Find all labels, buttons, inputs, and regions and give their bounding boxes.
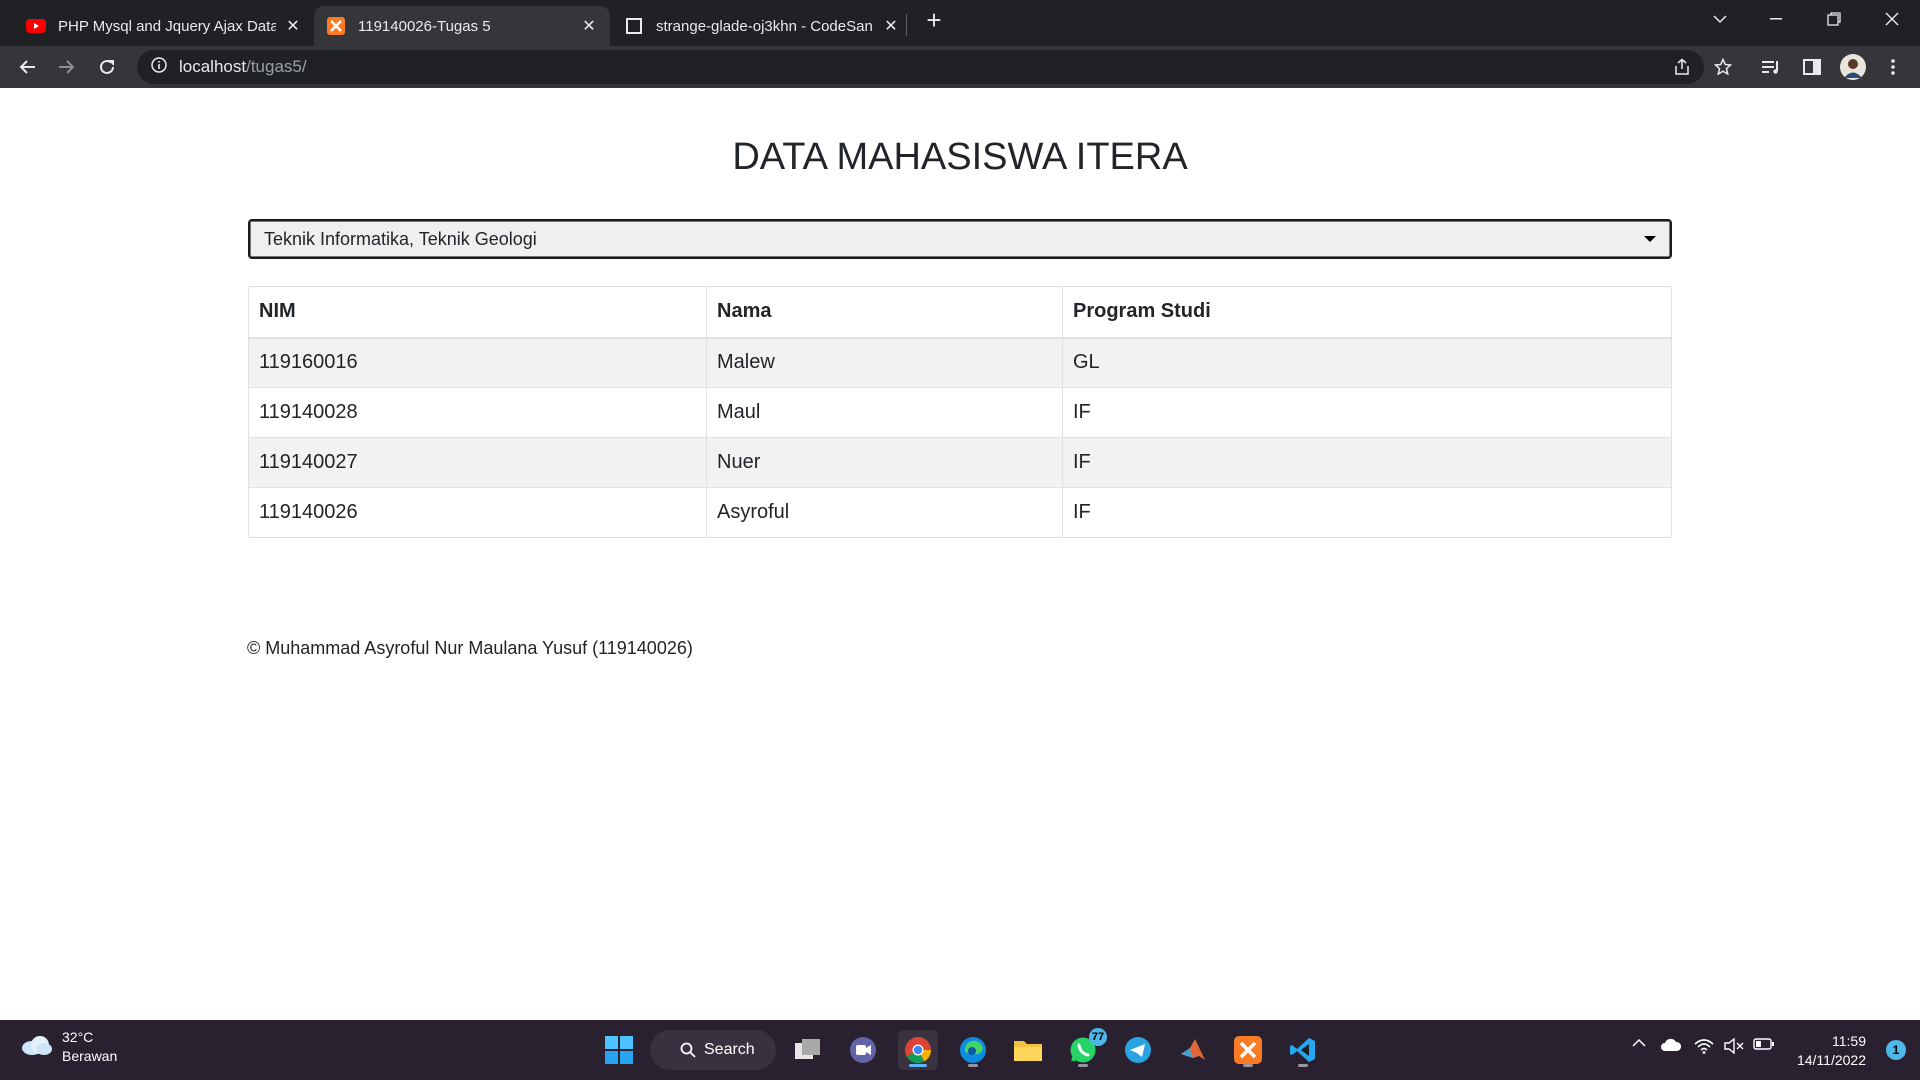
close-tab-icon[interactable]: ✕ <box>284 17 302 35</box>
battery-icon[interactable] <box>1752 1038 1776 1050</box>
cell-nim: 119140027 <box>248 437 707 488</box>
tab-title: PHP Mysql and Jquery Ajax Data <box>58 17 276 35</box>
chevron-down-icon <box>1644 236 1656 242</box>
select-value: Teknik Informatika, Teknik Geologi <box>264 228 537 249</box>
cell-program-studi: IF <box>1062 437 1672 488</box>
student-table: NIM Nama Program Studi 119160016 Malew G… <box>248 286 1672 538</box>
tab-search-icon[interactable] <box>1692 0 1748 38</box>
side-panel-icon[interactable] <box>1797 52 1827 82</box>
column-header-program-studi: Program Studi <box>1062 286 1672 339</box>
cell-nama: Malew <box>706 337 1063 388</box>
copyright-footer: © Muhammad Asyroful Nur Maulana Yusuf (1… <box>247 638 693 658</box>
codesandbox-icon <box>624 16 644 36</box>
tab-tugas5[interactable]: 119140026-Tugas 5 ✕ <box>314 6 610 46</box>
cell-nim: 119160016 <box>248 337 707 388</box>
onedrive-cloud-icon[interactable] <box>1658 1038 1684 1052</box>
task-view-icon[interactable] <box>788 1030 828 1070</box>
cell-program-studi: IF <box>1062 487 1672 538</box>
restore-button[interactable] <box>1806 0 1862 38</box>
cell-nim: 119140026 <box>248 487 707 538</box>
web-page: DATA MAHASISWA ITERA Teknik Informatika,… <box>0 88 1920 1020</box>
clock-date: 14/11/2022 <box>1796 1052 1866 1068</box>
file-explorer-icon[interactable] <box>1008 1030 1048 1070</box>
cloud-icon <box>20 1034 52 1061</box>
search-label: Search <box>704 1041 755 1058</box>
system-clock[interactable]: 11:59 14/11/2022 <box>1797 1032 1866 1070</box>
volume-muted-icon[interactable] <box>1722 1038 1746 1054</box>
table-row: 119140028 Maul IF <box>248 387 1672 438</box>
forward-button[interactable] <box>52 52 82 82</box>
taskbar: 32°C Berawan Search 77 11:59 14/11/2022 … <box>0 1020 1920 1080</box>
matlab-icon[interactable] <box>1173 1030 1213 1070</box>
reading-list-icon[interactable] <box>1756 52 1786 82</box>
new-tab-button[interactable]: + <box>920 6 948 34</box>
cell-program-studi: GL <box>1062 337 1672 388</box>
running-app-indicator <box>968 1064 978 1067</box>
browser-menu-icon[interactable] <box>1878 52 1908 82</box>
url-text: localhost/tugas5/ <box>179 57 307 77</box>
reload-button[interactable] <box>92 52 122 82</box>
telegram-icon[interactable] <box>1118 1030 1158 1070</box>
xampp-icon <box>326 16 346 36</box>
browser-tab-strip: PHP Mysql and Jquery Ajax Data ✕ 1191400… <box>0 0 1920 46</box>
active-app-indicator <box>909 1064 927 1067</box>
profile-avatar[interactable] <box>1838 52 1868 82</box>
windows-start-icon[interactable] <box>599 1030 639 1070</box>
tab-title: strange-glade-oj3khn - CodeSan <box>656 17 873 35</box>
table-header-row: NIM Nama Program Studi <box>248 286 1672 339</box>
chrome-icon[interactable] <box>898 1030 938 1070</box>
cell-nim: 119140028 <box>248 387 707 438</box>
url-host: localhost <box>179 57 247 76</box>
bookmark-star-icon[interactable] <box>1708 52 1738 82</box>
browser-toolbar: localhost/tugas5/ <box>0 46 1920 88</box>
youtube-icon <box>26 16 46 36</box>
site-info-icon[interactable] <box>151 56 167 78</box>
tab-youtube[interactable]: PHP Mysql and Jquery Ajax Data ✕ <box>14 6 314 46</box>
taskbar-search-button[interactable]: Search <box>650 1030 776 1070</box>
page-title: DATA MAHASISWA ITERA <box>732 136 1188 178</box>
search-icon <box>680 1042 696 1063</box>
program-study-select[interactable]: Teknik Informatika, Teknik Geologi <box>248 219 1672 259</box>
chevron-up-icon[interactable] <box>1628 1038 1650 1047</box>
tab-separator <box>906 14 907 36</box>
close-tab-icon[interactable]: ✕ <box>580 17 598 35</box>
vscode-icon[interactable] <box>1283 1030 1323 1070</box>
close-tab-icon[interactable]: ✕ <box>882 17 900 35</box>
running-app-indicator <box>1243 1064 1253 1067</box>
address-bar[interactable]: localhost/tugas5/ <box>137 50 1704 84</box>
wifi-icon[interactable] <box>1692 1038 1716 1054</box>
weather-desc: Berawan <box>62 1048 118 1064</box>
close-window-button[interactable] <box>1864 0 1920 38</box>
clock-time: 11:59 <box>1832 1033 1866 1049</box>
minimize-button[interactable] <box>1748 0 1804 38</box>
notification-badge[interactable]: 1 <box>1886 1040 1906 1060</box>
cell-program-studi: IF <box>1062 387 1672 438</box>
column-header-nim: NIM <box>248 286 707 339</box>
edge-icon[interactable] <box>953 1030 993 1070</box>
cell-nama: Nuer <box>706 437 1063 488</box>
cell-nama: Asyroful <box>706 487 1063 538</box>
back-button[interactable] <box>12 52 42 82</box>
teams-chat-icon[interactable] <box>843 1030 883 1070</box>
whatsapp-badge: 77 <box>1089 1028 1107 1046</box>
table-row: 119140027 Nuer IF <box>248 437 1672 488</box>
whatsapp-icon[interactable]: 77 <box>1063 1028 1107 1070</box>
xampp-taskbar-icon[interactable] <box>1228 1030 1268 1070</box>
tab-title: 119140026-Tugas 5 <box>358 17 491 35</box>
cell-nama: Maul <box>706 387 1063 438</box>
url-path: /tugas5/ <box>246 57 307 76</box>
running-app-indicator <box>1298 1064 1308 1067</box>
weather-widget[interactable]: 32°C Berawan <box>20 1028 117 1066</box>
weather-temp: 32°C <box>62 1029 94 1045</box>
share-icon[interactable] <box>1667 52 1697 82</box>
column-header-nama: Nama <box>706 286 1063 339</box>
tab-codesandbox[interactable]: strange-glade-oj3khn - CodeSan ✕ <box>612 6 912 46</box>
table-row: 119160016 Malew GL <box>248 337 1672 388</box>
running-app-indicator <box>1078 1064 1088 1067</box>
table-row: 119140026 Asyroful IF <box>248 487 1672 538</box>
